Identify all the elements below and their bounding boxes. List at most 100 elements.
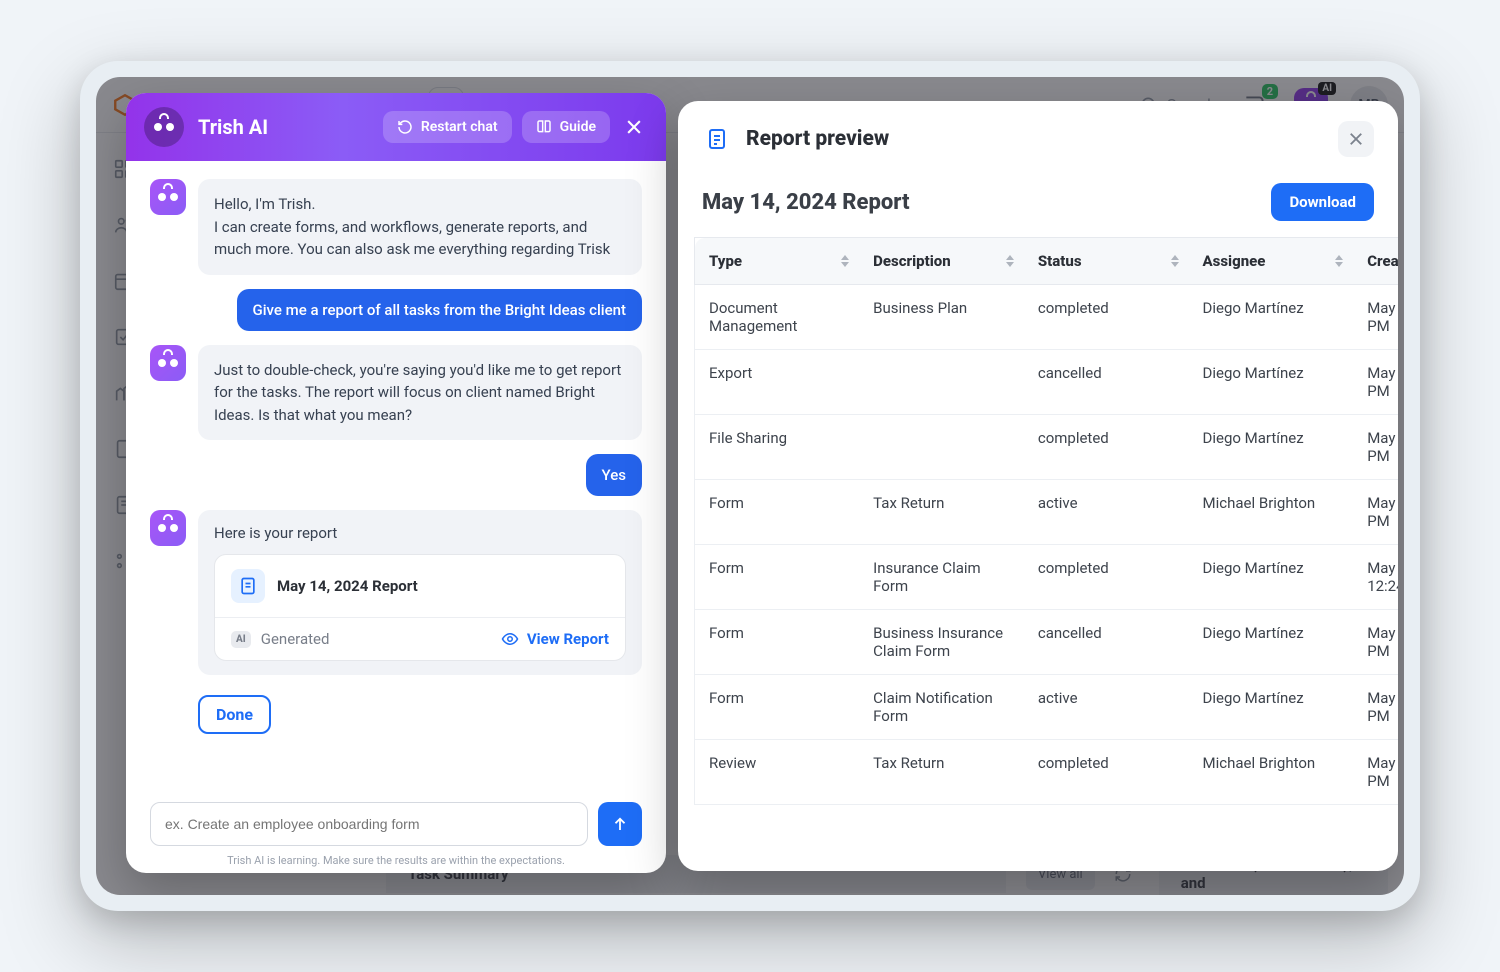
generated-label: Generated [261,630,330,648]
bot-avatar [150,179,186,215]
cell-status: cancelled [1024,610,1189,675]
robot-icon [157,521,179,535]
close-icon [624,117,644,137]
eye-icon [501,630,519,648]
cell-type: Review [695,740,860,805]
table-row[interactable]: FormClaim Notification FormactiveDiego M… [695,675,1399,740]
chat-message-user: Yes [150,454,642,496]
cell-created: May 14PM [1353,740,1398,805]
cell-created: May 14PM [1353,350,1398,415]
col-status[interactable]: Status [1024,238,1189,285]
table-row[interactable]: Document ManagementBusiness Plancomplete… [695,285,1399,350]
document-icon [231,569,265,603]
device-frame: trisk Tuesday, May 14 Search 2 [80,61,1420,911]
col-type[interactable]: Type [695,238,860,285]
close-chat-button[interactable] [620,113,648,141]
document-icon [702,124,732,154]
message-text: Give me a report of all tasks from the B… [237,289,642,331]
sort-icon [1006,255,1014,267]
sort-icon [841,255,849,267]
download-button[interactable]: Download [1271,183,1374,221]
cell-status: completed [1024,545,1189,610]
report-table: Type Description Status Assignee Create … [694,237,1398,805]
cell-description: Business Insurance Claim Form [859,610,1024,675]
table-row[interactable]: File SharingcompletedDiego MartínezMay 1… [695,415,1399,480]
table-row[interactable]: FormTax ReturnactiveMichael BrightonMay … [695,480,1399,545]
cell-status: completed [1024,740,1189,805]
robot-icon [157,190,179,204]
ai-chip: AI [231,631,251,648]
cell-assignee: Diego Martínez [1189,415,1354,480]
cell-assignee: Michael Brighton [1189,480,1354,545]
chat-message-user: Give me a report of all tasks from the B… [150,289,642,331]
report-table-scroll[interactable]: Type Description Status Assignee Create … [678,237,1398,871]
send-button[interactable] [598,802,642,846]
cell-assignee: Diego Martínez [1189,350,1354,415]
cell-assignee: Diego Martínez [1189,285,1354,350]
col-created[interactable]: Create [1353,238,1398,285]
chat-message-bot: Here is your report May 14, 2024 Report … [150,510,642,675]
message-text: Yes [586,454,642,496]
cell-type: Export [695,350,860,415]
cell-assignee: Diego Martínez [1189,545,1354,610]
cell-status: active [1024,675,1189,740]
cell-assignee: Michael Brighton [1189,740,1354,805]
report-preview-panel: Report preview May 14, 2024 Report Downl… [678,101,1398,871]
message-text: Just to double-check, you're saying you'… [198,345,642,441]
chat-message-bot: Hello, I'm Trish. I can create forms, an… [150,179,642,275]
restart-icon [397,119,413,135]
cell-description: Claim Notification Form [859,675,1024,740]
chat-title: Trish AI [198,115,268,139]
chat-input[interactable] [150,802,588,846]
cell-created: May 14PM [1353,675,1398,740]
robot-icon [157,356,179,370]
cell-status: cancelled [1024,350,1189,415]
cell-type: Form [695,545,860,610]
bot-avatar [150,510,186,546]
cell-description [859,415,1024,480]
chat-header: Trish AI Restart chat Guide [126,93,666,161]
bot-avatar [150,345,186,381]
message-text: Here is your report [214,524,626,542]
trish-chat-panel: Trish AI Restart chat Guide [126,93,666,873]
restart-chat-button[interactable]: Restart chat [383,111,512,143]
report-title: May 14, 2024 Report [702,190,910,215]
chat-footer: Trish AI is learning. Make sure the resu… [126,790,666,873]
cell-description: Insurance Claim Form [859,545,1024,610]
chat-body: Hello, I'm Trish. I can create forms, an… [126,161,666,790]
view-report-button[interactable]: View Report [501,630,609,648]
col-description[interactable]: Description [859,238,1024,285]
report-header: Report preview [678,101,1398,163]
cell-created: May 14PM [1353,480,1398,545]
cell-description [859,350,1024,415]
report-card-title: May 14, 2024 Report [277,577,418,595]
app-window: trisk Tuesday, May 14 Search 2 [96,77,1404,895]
done-button[interactable]: Done [198,695,271,734]
close-icon [1347,130,1365,148]
cell-created: May 14PM [1353,610,1398,675]
book-icon [536,119,552,135]
report-header-title: Report preview [746,127,889,151]
cell-type: Form [695,610,860,675]
report-card: May 14, 2024 Report AI Generated View Re… [214,554,626,661]
message-text: Hello, I'm Trish. I can create forms, an… [198,179,642,275]
arrow-up-icon [611,815,629,833]
close-report-button[interactable] [1338,121,1374,157]
guide-button[interactable]: Guide [522,111,610,143]
cell-assignee: Diego Martínez [1189,675,1354,740]
cell-description: Tax Return [859,740,1024,805]
chat-message-bot: Just to double-check, you're saying you'… [150,345,642,441]
cell-created: May 14PM [1353,415,1398,480]
table-row[interactable]: FormBusiness Insurance Claim Formcancell… [695,610,1399,675]
sort-icon [1171,255,1179,267]
cell-type: Document Management [695,285,860,350]
cell-assignee: Diego Martínez [1189,610,1354,675]
col-assignee[interactable]: Assignee [1189,238,1354,285]
cell-type: File Sharing [695,415,860,480]
cell-type: Form [695,480,860,545]
table-row[interactable]: ReviewTax ReturncompletedMichael Brighto… [695,740,1399,805]
chat-disclaimer: Trish AI is learning. Make sure the resu… [150,854,642,867]
cell-status: active [1024,480,1189,545]
table-row[interactable]: Export cancelledDiego MartínezMay 14PM [695,350,1399,415]
table-row[interactable]: FormInsurance Claim FormcompletedDiego M… [695,545,1399,610]
